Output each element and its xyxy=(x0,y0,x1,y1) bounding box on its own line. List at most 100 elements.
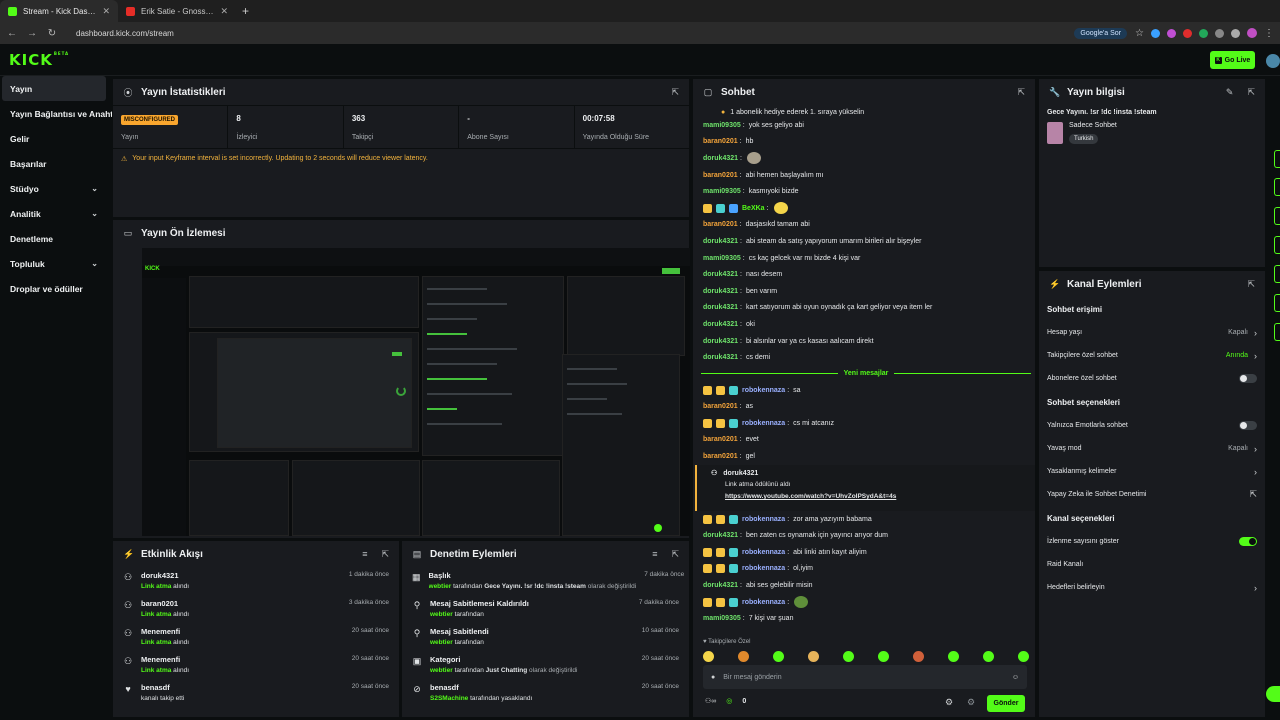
go-live-button[interactable]: K Go Live xyxy=(1210,51,1255,69)
chat-username[interactable]: baran0201 xyxy=(703,138,738,145)
chat-message[interactable]: baran0201: as xyxy=(693,399,1035,416)
quick-action-button[interactable] xyxy=(1274,207,1280,225)
chat-username[interactable]: BeXKa xyxy=(742,205,765,212)
chat-message[interactable]: doruk4321: kart satıyorum abi oyun oynadı… xyxy=(693,300,1035,317)
emoji-icon[interactable]: ☺ xyxy=(1012,674,1019,681)
category-thumbnail[interactable] xyxy=(1047,122,1063,144)
chat-message[interactable]: robokennaza: abi linki atın kayıt aliyim xyxy=(693,544,1035,561)
chat-username[interactable]: mami09305 xyxy=(703,255,741,262)
send-button[interactable]: Gönder xyxy=(987,695,1025,712)
browser-menu-icon[interactable]: ⋮ xyxy=(1264,28,1274,39)
emote-icon[interactable] xyxy=(808,651,819,662)
chat-message[interactable]: robokennaza: ol,iyim xyxy=(693,561,1035,578)
activity-user[interactable]: baran0201 xyxy=(141,599,341,608)
chat-message[interactable]: doruk4321: xyxy=(693,150,1035,167)
popout-icon[interactable]: ⇱ xyxy=(1247,279,1255,290)
chat-message[interactable]: robokennaza: xyxy=(693,594,1035,611)
sidebar-item[interactable]: Analitik ⌄ xyxy=(2,201,106,226)
profile-avatar[interactable] xyxy=(1247,28,1257,38)
moderation-actor[interactable]: webtier xyxy=(429,583,452,590)
chat-username[interactable]: doruk4321 xyxy=(703,238,738,245)
account-age-setting[interactable]: Hesap yaşı Kapalı › xyxy=(1039,321,1265,344)
chat-message[interactable]: mami09305: cs kaç gelcek var mı bizde 4 k… xyxy=(693,250,1035,267)
moderation-actor[interactable]: webtier xyxy=(430,667,453,674)
popout-icon[interactable]: ⇱ xyxy=(1247,87,1255,98)
emote-icon[interactable] xyxy=(1018,651,1029,662)
quick-action-button[interactable] xyxy=(1274,323,1280,341)
popout-icon[interactable]: ⇱ xyxy=(671,87,679,98)
targets-setting[interactable]: Hedefleri belirleyin › xyxy=(1039,576,1265,599)
help-button[interactable] xyxy=(1266,686,1280,702)
quick-action-button[interactable] xyxy=(1274,178,1280,196)
sidebar-item[interactable]: Droplar ve ödüller xyxy=(2,276,106,301)
chat-username[interactable]: baran0201 xyxy=(703,403,738,410)
forward-icon[interactable]: → xyxy=(26,28,38,39)
chat-username[interactable]: robokennaza xyxy=(742,420,785,427)
chat-username[interactable]: robokennaza xyxy=(742,549,785,556)
chat-message[interactable]: doruk4321: abi ses gelebilir misin xyxy=(693,577,1035,594)
sidebar-item[interactable]: Stüdyo ⌄ xyxy=(2,176,106,201)
chat-message[interactable]: doruk4321: ben zaten cs oynamak için yayı… xyxy=(693,527,1035,544)
chat-message[interactable]: doruk4321: ben varım xyxy=(693,283,1035,300)
kick-logo[interactable]: KICKBETA xyxy=(9,51,69,69)
sidebar-item[interactable]: Yayın xyxy=(2,76,106,101)
emote-icon[interactable] xyxy=(773,651,784,662)
sidebar-item[interactable]: Başarılar xyxy=(2,151,106,176)
close-tab-icon[interactable]: ✕ xyxy=(102,6,110,17)
extension-icon[interactable] xyxy=(1215,28,1224,38)
activity-user[interactable]: Menemenfi xyxy=(141,655,344,664)
chat-message[interactable]: doruk4321: nası desem xyxy=(693,266,1035,283)
slow-mode-setting[interactable]: Yavaş mod Kapalı › xyxy=(1039,437,1265,460)
quick-action-button[interactable] xyxy=(1274,294,1280,312)
chat-message[interactable]: baran0201: abi hemen başlayalım mı xyxy=(693,167,1035,184)
moderation-actor[interactable]: webtier xyxy=(430,611,453,618)
chat-message[interactable]: doruk4321: oki xyxy=(693,316,1035,333)
rewards-icon[interactable]: ⚇∞ xyxy=(705,697,716,705)
chat-message[interactable]: mami09305:7 kişi var şuan xyxy=(693,610,1035,627)
language-tag[interactable]: Turkish xyxy=(1069,134,1099,144)
chat-username[interactable]: baran0201 xyxy=(703,453,738,460)
activity-user[interactable]: Menemenfi xyxy=(141,627,344,636)
banned-words-setting[interactable]: Yasaklanmış kelimeler › xyxy=(1039,460,1265,483)
chat-message[interactable]: mami09305: kasmıyoki bizde xyxy=(693,183,1035,200)
filter-icon[interactable]: ≡ xyxy=(362,549,367,559)
stream-preview-video[interactable]: KICK xyxy=(142,248,690,536)
category-name[interactable]: Sadece Sohbet xyxy=(1069,122,1117,129)
filter-icon[interactable]: ≡ xyxy=(652,549,657,559)
chat-message[interactable]: baran0201: evet xyxy=(693,432,1035,449)
chat-username[interactable]: doruk4321 xyxy=(703,304,738,311)
emote-icon[interactable] xyxy=(738,651,749,662)
emote-icon[interactable] xyxy=(843,651,854,662)
chat-username[interactable]: baran0201 xyxy=(703,221,738,228)
chat-username[interactable]: doruk4321 xyxy=(703,321,738,328)
redeem-link[interactable]: https://www.youtube.com/watch?v=UhvZolPS… xyxy=(725,493,1029,500)
chat-username[interactable]: mami09305 xyxy=(703,615,741,622)
chat-message[interactable]: doruk4321: bi alsınlar var ya cs kasası a… xyxy=(693,333,1035,350)
moderation-actor[interactable]: S2SMachine xyxy=(430,695,468,702)
chat-username[interactable]: robokennaza xyxy=(742,565,785,572)
chat-message[interactable]: robokennaza: cs mi atcanız xyxy=(693,415,1035,432)
extension-icon[interactable] xyxy=(1231,28,1240,38)
sidebar-item[interactable]: Topluluk ⌄ xyxy=(2,251,106,276)
user-avatar[interactable] xyxy=(1266,54,1280,68)
chat-username[interactable]: baran0201 xyxy=(703,172,738,179)
emote-icon[interactable] xyxy=(948,651,959,662)
close-tab-icon[interactable]: ✕ xyxy=(220,6,228,17)
chat-username[interactable]: doruk4321 xyxy=(703,271,738,278)
chat-message[interactable]: mami09305: yok ses geliyo abi xyxy=(693,117,1035,134)
popout-icon[interactable]: ⇱ xyxy=(671,549,679,560)
chat-username[interactable]: mami09305 xyxy=(703,188,741,195)
chat-message[interactable]: doruk4321: cs demi xyxy=(693,349,1035,366)
quick-action-button[interactable] xyxy=(1274,265,1280,283)
activity-user[interactable]: doruk4321 xyxy=(141,571,341,580)
extension-icon[interactable] xyxy=(1183,28,1192,38)
bookmark-star-icon[interactable]: ☆ xyxy=(1135,28,1144,39)
quick-action-button[interactable] xyxy=(1274,150,1280,168)
pinned-message[interactable]: ● 1 abonelik hediye ederek 1. sıraya yük… xyxy=(693,105,1035,119)
extension-icon[interactable] xyxy=(1199,28,1208,38)
chat-username[interactable]: doruk4321 xyxy=(703,155,738,162)
ai-moderation-setting[interactable]: Yapay Zeka ile Sohbet Denetimi ⇱ xyxy=(1039,483,1265,506)
chat-message[interactable]: robokennaza: zor ama yazıyım babama xyxy=(693,511,1035,528)
extension-icon[interactable] xyxy=(1151,28,1160,38)
sidebar-item[interactable]: Yayın Bağlantısı ve Anahtar xyxy=(2,101,121,126)
